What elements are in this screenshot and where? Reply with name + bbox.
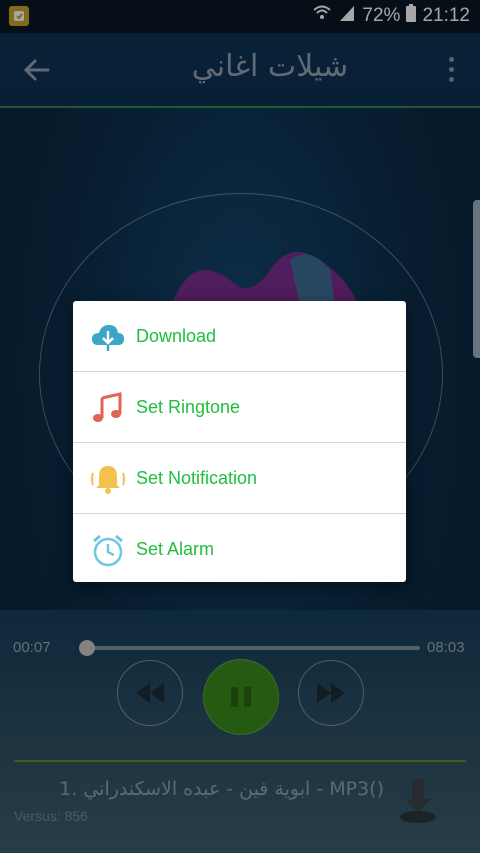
cloud-download-icon <box>92 325 124 351</box>
menu-item-set-notification[interactable]: Set Notification <box>73 443 406 513</box>
menu-item-set-ringtone[interactable]: Set Ringtone <box>73 372 406 442</box>
menu-item-set-alarm[interactable]: Set Alarm <box>73 514 406 584</box>
alarm-clock-icon <box>93 534 123 567</box>
music-note-icon <box>93 392 122 422</box>
menu-item-download[interactable]: Download <box>73 301 406 371</box>
bell-icon <box>91 466 125 494</box>
menu-item-label: Set Ringtone <box>136 396 241 417</box>
song-options-dialog: Download Set Ringtone Set Notification S… <box>73 301 406 582</box>
menu-item-label: Set Notification <box>136 467 258 488</box>
menu-item-label: Set Alarm <box>136 538 215 559</box>
menu-item-label: Download <box>136 325 217 346</box>
